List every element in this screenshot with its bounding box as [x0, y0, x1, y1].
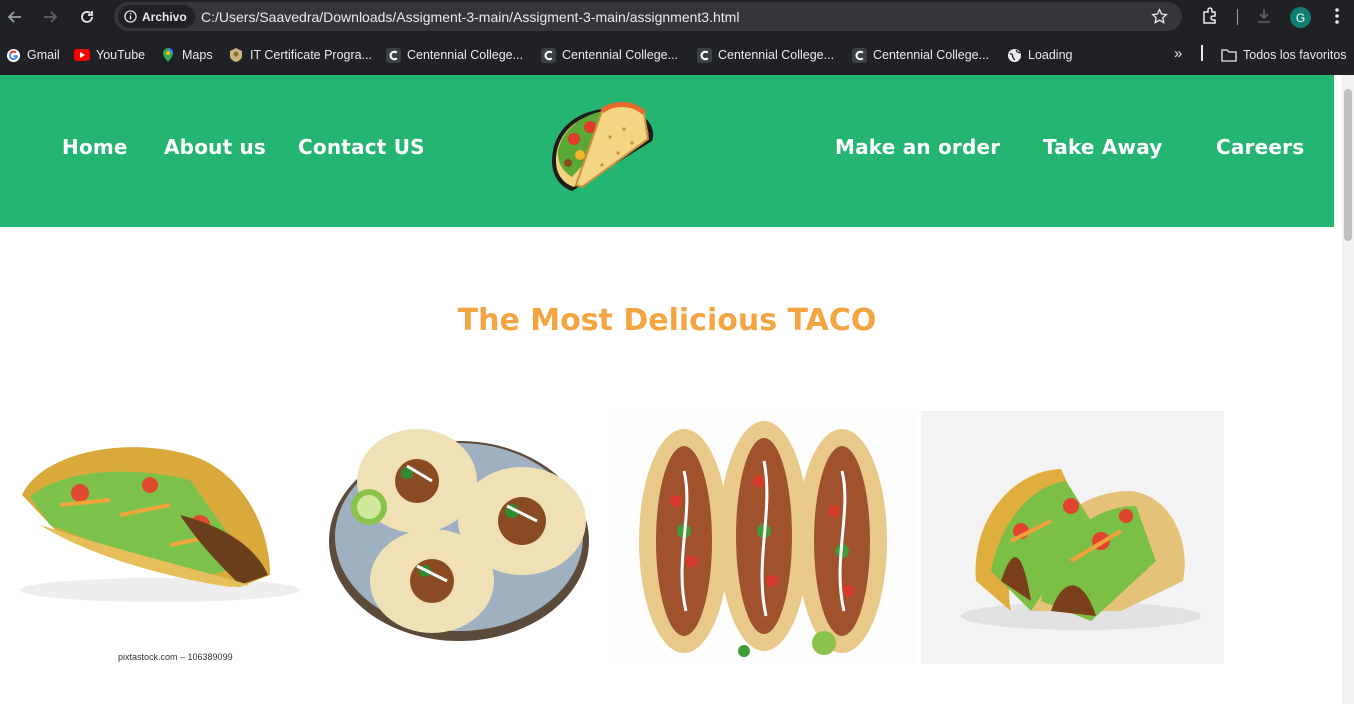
maps-icon	[160, 47, 176, 63]
youtube-icon	[74, 47, 90, 63]
site-header: Home About us Contact US Make an order T…	[0, 75, 1334, 227]
bookmark-label: Maps	[182, 48, 213, 62]
bookmark-gmail[interactable]: Gmail	[5, 46, 60, 64]
bookmark-label: YouTube	[96, 48, 146, 62]
google-icon	[5, 47, 21, 63]
arrow-left-icon	[7, 11, 21, 23]
vertical-scrollbar[interactable]	[1342, 75, 1354, 704]
bookmark-label: IT Certificate Progra...	[250, 48, 373, 62]
all-bookmarks-folder[interactable]: Todos los favoritos	[1221, 46, 1347, 64]
centennial-icon	[696, 47, 712, 63]
bookmark-label: Loading	[1028, 48, 1073, 62]
nav-link-about-us[interactable]: About us	[164, 135, 266, 159]
bookmark-star-icon[interactable]	[1151, 8, 1168, 25]
taco-photo-2	[307, 411, 610, 664]
bookmark-centennial-1[interactable]: Centennial College...	[385, 46, 523, 64]
folder-icon	[1221, 47, 1237, 63]
taco-photo-1: pixtastock.com – 106389099	[0, 375, 303, 665]
downloads-button[interactable]	[1254, 6, 1274, 26]
back-button[interactable]	[4, 6, 26, 28]
scrollbar-thumb[interactable]	[1344, 89, 1352, 241]
two-tacos-image	[921, 411, 1224, 664]
menu-button[interactable]	[1327, 6, 1347, 26]
profile-avatar[interactable]: G	[1290, 7, 1311, 28]
nav-link-make-order[interactable]: Make an order	[835, 135, 1000, 159]
bookmark-youtube[interactable]: YouTube	[74, 46, 145, 64]
download-icon	[1258, 9, 1270, 23]
address-bar[interactable]: Archivo C:/Users/Saavedra/Downloads/Assi…	[114, 2, 1182, 31]
page-heading: The Most Delicious TACO	[457, 303, 877, 338]
browser-toolbar: Archivo C:/Users/Saavedra/Downloads/Assi…	[0, 0, 1354, 34]
bookmark-centennial-2[interactable]: Centennial College...	[540, 46, 678, 64]
photo-watermark: pixtastock.com – 106389099	[118, 652, 233, 662]
bookmark-label: Centennial College...	[873, 48, 990, 62]
three-tacos-image	[614, 411, 916, 664]
taco-photo-4	[921, 411, 1224, 664]
arrow-right-icon	[44, 11, 58, 23]
bookmark-loading[interactable]: Loading	[1006, 46, 1073, 64]
bookmark-centennial-4[interactable]: Centennial College...	[851, 46, 989, 64]
bookmarks-bar: Gmail YouTube Maps IT Certificate Progra…	[0, 34, 1354, 75]
crunchy-taco-image: pixtastock.com – 106389099	[0, 375, 303, 665]
nav-link-contact-us[interactable]: Contact US	[298, 135, 425, 159]
nav-link-home[interactable]: Home	[62, 135, 128, 159]
centennial-icon	[540, 47, 556, 63]
bookmark-label: Centennial College...	[407, 48, 524, 62]
kebab-menu-icon	[1335, 8, 1339, 24]
url-text[interactable]: C:/Users/Saavedra/Downloads/Assigment-3-…	[201, 9, 739, 25]
taco-photo-3	[614, 411, 916, 664]
page-viewport: Home About us Contact US Make an order T…	[0, 75, 1354, 704]
bookmarks-overflow-button[interactable]: »	[1174, 44, 1182, 62]
site-info-chip[interactable]: Archivo	[118, 5, 195, 28]
info-icon	[124, 10, 137, 23]
bookmark-it-certificate[interactable]: IT Certificate Progra...	[228, 46, 372, 64]
bookmark-label: Centennial College...	[718, 48, 835, 62]
nav-link-take-away[interactable]: Take Away	[1043, 135, 1163, 159]
puzzle-icon	[1203, 7, 1216, 24]
taco-plate-image	[307, 411, 610, 664]
all-bookmarks-label: Todos los favoritos	[1243, 48, 1347, 62]
taco-logo	[552, 102, 654, 191]
reload-button[interactable]	[76, 6, 98, 28]
globe-icon	[1006, 47, 1022, 63]
chip-label: Archivo	[142, 9, 187, 24]
bookmarks-divider	[1201, 45, 1203, 61]
centennial-icon	[385, 47, 401, 63]
browser-chrome: Archivo C:/Users/Saavedra/Downloads/Assi…	[0, 0, 1354, 75]
bookmark-label: Centennial College...	[562, 48, 679, 62]
bookmark-label: Gmail	[27, 48, 60, 62]
centennial-icon	[851, 47, 867, 63]
certificate-icon	[228, 47, 244, 63]
bookmark-maps[interactable]: Maps	[160, 46, 213, 64]
bookmark-centennial-3[interactable]: Centennial College...	[696, 46, 834, 64]
extensions-button[interactable]	[1200, 6, 1220, 26]
forward-button[interactable]	[39, 6, 61, 28]
reload-icon	[81, 11, 93, 23]
toolbar-divider	[1237, 9, 1238, 25]
nav-link-careers[interactable]: Careers	[1216, 135, 1304, 159]
